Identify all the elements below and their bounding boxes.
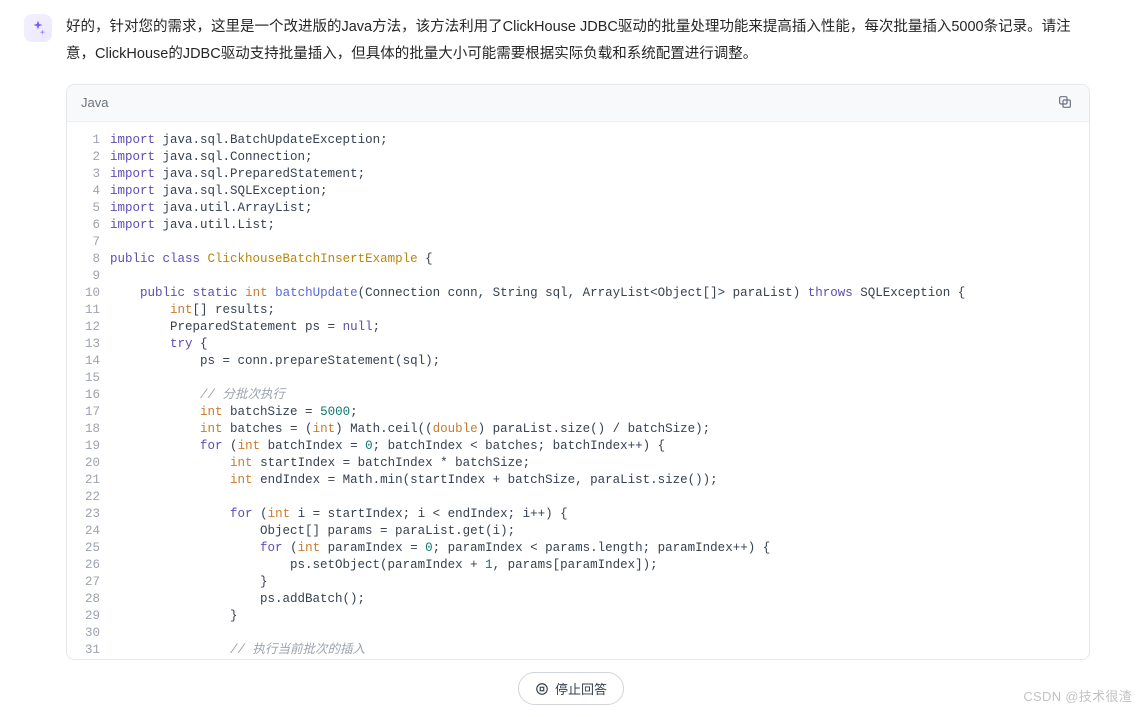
line-number-gutter: 1234567891011121314151617181920212223242…	[67, 132, 110, 659]
code-line: ps.setObject(paramIndex + 1, params[para…	[110, 557, 1089, 574]
code-language-label: Java	[81, 95, 108, 110]
line-number: 14	[85, 353, 100, 370]
line-number: 27	[85, 574, 100, 591]
code-line: }	[110, 608, 1089, 625]
code-line: // 分批次执行	[110, 387, 1089, 404]
line-number: 24	[85, 523, 100, 540]
line-number: 25	[85, 540, 100, 557]
code-line: import java.sql.Connection;	[110, 149, 1089, 166]
line-number: 3	[85, 166, 100, 183]
intro-paragraph: 好的，针对您的需求，这里是一个改进版的Java方法，该方法利用了ClickHou…	[66, 14, 1090, 68]
code-line: PreparedStatement ps = null;	[110, 319, 1089, 336]
chat-message: 好的，针对您的需求，这里是一个改进版的Java方法，该方法利用了ClickHou…	[0, 0, 1142, 660]
code-line: ps.addBatch();	[110, 591, 1089, 608]
code-line: int endIndex = Math.min(startIndex + bat…	[110, 472, 1089, 489]
line-number: 13	[85, 336, 100, 353]
line-number: 26	[85, 557, 100, 574]
code-line: int batchSize = 5000;	[110, 404, 1089, 421]
stop-bar: 停止回答	[0, 672, 1142, 705]
code-line: for (int i = startIndex; i < endIndex; i…	[110, 506, 1089, 523]
code-header: Java	[67, 85, 1089, 122]
line-number: 11	[85, 302, 100, 319]
code-line: import java.sql.PreparedStatement;	[110, 166, 1089, 183]
line-number: 29	[85, 608, 100, 625]
stop-button-label: 停止回答	[555, 679, 607, 698]
code-line: public class ClickhouseBatchInsertExampl…	[110, 251, 1089, 268]
line-number: 1	[85, 132, 100, 149]
code-line: import java.util.ArrayList;	[110, 200, 1089, 217]
code-line: int startIndex = batchIndex * batchSize;	[110, 455, 1089, 472]
line-number: 15	[85, 370, 100, 387]
avatar-column	[24, 14, 52, 660]
line-number: 28	[85, 591, 100, 608]
code-line: import java.util.List;	[110, 217, 1089, 234]
code-line	[110, 625, 1089, 642]
code-line: for (int paramIndex = 0; paramIndex < pa…	[110, 540, 1089, 557]
line-number: 2	[85, 149, 100, 166]
line-number: 10	[85, 285, 100, 302]
line-number: 6	[85, 217, 100, 234]
code-line	[110, 234, 1089, 251]
line-number: 16	[85, 387, 100, 404]
copy-icon	[1057, 94, 1073, 110]
watermark-text: CSDN @技术很渣	[1023, 686, 1132, 705]
line-number: 8	[85, 251, 100, 268]
code-line	[110, 268, 1089, 285]
code-line: try {	[110, 336, 1089, 353]
line-number: 21	[85, 472, 100, 489]
message-content: 好的，针对您的需求，这里是一个改进版的Java方法，该方法利用了ClickHou…	[66, 14, 1130, 660]
stop-answer-button[interactable]: 停止回答	[518, 672, 624, 705]
line-number: 22	[85, 489, 100, 506]
code-line: int batches = (int) Math.ceil((double) p…	[110, 421, 1089, 438]
code-body: 1234567891011121314151617181920212223242…	[67, 122, 1089, 659]
code-line: Object[] params = paraList.get(i);	[110, 523, 1089, 540]
line-number: 18	[85, 421, 100, 438]
code-lines: import java.sql.BatchUpdateException;imp…	[110, 132, 1089, 659]
line-number: 19	[85, 438, 100, 455]
code-line	[110, 370, 1089, 387]
code-line: }	[110, 574, 1089, 591]
stop-circle-icon	[535, 682, 549, 696]
sparkle-icon	[29, 19, 47, 37]
code-block: Java 12345678910111213141516171819202122…	[66, 84, 1090, 660]
line-number: 7	[85, 234, 100, 251]
bot-avatar	[24, 14, 52, 42]
line-number: 30	[85, 625, 100, 642]
code-line: public static int batchUpdate(Connection…	[110, 285, 1089, 302]
line-number: 5	[85, 200, 100, 217]
copy-button[interactable]	[1057, 94, 1075, 112]
code-line: import java.sql.SQLException;	[110, 183, 1089, 200]
code-line: int[] results;	[110, 302, 1089, 319]
line-number: 9	[85, 268, 100, 285]
line-number: 31	[85, 642, 100, 659]
code-line: // 执行当前批次的插入	[110, 642, 1089, 659]
line-number: 12	[85, 319, 100, 336]
code-line	[110, 489, 1089, 506]
code-line: import java.sql.BatchUpdateException;	[110, 132, 1089, 149]
line-number: 17	[85, 404, 100, 421]
code-line: for (int batchIndex = 0; batchIndex < ba…	[110, 438, 1089, 455]
code-line: ps = conn.prepareStatement(sql);	[110, 353, 1089, 370]
line-number: 23	[85, 506, 100, 523]
line-number: 4	[85, 183, 100, 200]
line-number: 20	[85, 455, 100, 472]
